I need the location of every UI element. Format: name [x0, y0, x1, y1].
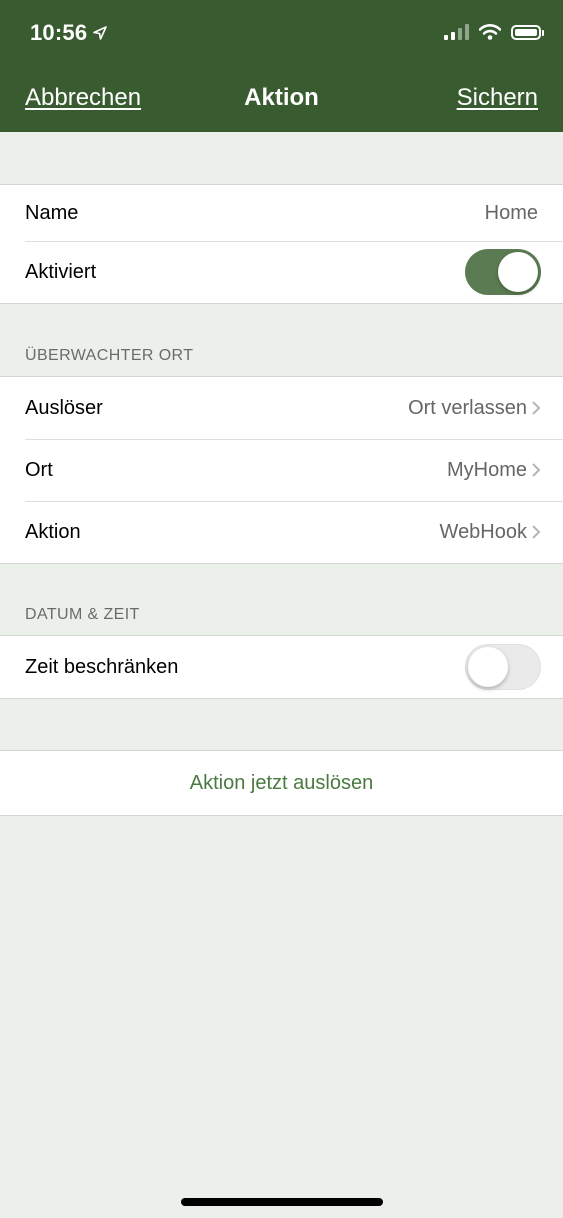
action-value: WebHook — [439, 520, 527, 543]
wifi-icon — [479, 24, 501, 40]
save-button[interactable]: Sichern — [457, 84, 538, 112]
trigger-label: Auslöser — [25, 396, 103, 419]
trigger-action-now-button[interactable]: Aktion jetzt auslösen — [0, 750, 563, 816]
location-group: Auslöser Ort verlassen Ort MyHome Aktion… — [0, 376, 563, 564]
location-section-header: ÜBERWACHTER ORT — [25, 347, 194, 364]
name-row[interactable]: Name Home — [0, 185, 563, 241]
name-label: Name — [25, 201, 79, 224]
navigation-header: 10:56 Abbrechen Aktion Sichern — [0, 0, 563, 132]
trigger-row[interactable]: Auslöser Ort verlassen — [0, 377, 563, 439]
status-bar-time: 10:56 — [30, 20, 108, 46]
enabled-toggle[interactable] — [465, 249, 541, 295]
home-indicator[interactable] — [181, 1198, 383, 1206]
datetime-group: Zeit beschränken — [0, 635, 563, 699]
chevron-right-icon — [532, 401, 541, 415]
cellular-signal-icon — [444, 24, 469, 40]
limit-time-label: Zeit beschränken — [25, 655, 179, 678]
action-row[interactable]: Aktion WebHook — [0, 501, 563, 563]
chevron-right-icon — [532, 525, 541, 539]
limit-time-toggle[interactable] — [465, 644, 541, 690]
location-arrow-icon — [93, 26, 108, 40]
status-bar-indicators — [444, 24, 544, 40]
battery-icon — [511, 24, 544, 40]
general-group: Name Home Aktiviert — [0, 184, 563, 304]
clock-text: 10:56 — [30, 20, 88, 45]
trigger-value: Ort verlassen — [408, 396, 527, 419]
cancel-button[interactable]: Abbrechen — [25, 84, 141, 112]
datetime-section-header: DATUM & ZEIT — [25, 606, 140, 623]
action-label: Aktion — [25, 520, 81, 543]
location-label: Ort — [25, 458, 53, 481]
enabled-label: Aktiviert — [25, 260, 97, 283]
chevron-right-icon — [532, 463, 541, 477]
name-value[interactable]: Home — [485, 202, 538, 225]
enabled-row: Aktiviert — [0, 241, 563, 303]
location-value: MyHome — [446, 458, 527, 481]
limit-time-row: Zeit beschränken — [0, 636, 563, 698]
location-row[interactable]: Ort MyHome — [0, 439, 563, 501]
